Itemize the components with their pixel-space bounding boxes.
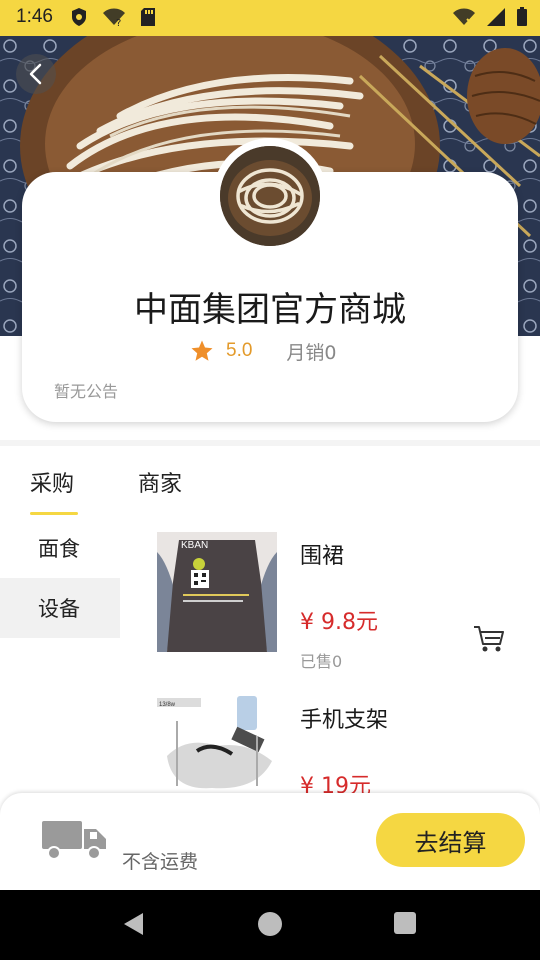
store-avatar [220, 146, 320, 246]
svg-text:KBAN: KBAN [181, 540, 208, 551]
shipping-note: 不含运费 [122, 851, 199, 873]
truck-icon [42, 821, 106, 860]
bottom-checkout-bar: 不含运费 去结算 [0, 793, 540, 890]
product-sold-apron: 已售0 [300, 652, 343, 671]
tab-procurement[interactable]: 采购 [30, 466, 74, 498]
status-left-icons: ? [70, 7, 156, 27]
store-name: 中面集团官方商城 [134, 290, 406, 330]
add-to-cart-button[interactable] [472, 624, 506, 654]
monthly-sales: 月销0 [286, 341, 337, 364]
category-item-equipment[interactable]: 设备 [0, 578, 120, 638]
category-sidebar: 面食 设备 [0, 518, 120, 798]
system-nav-bar [0, 890, 540, 960]
store-announcement: 暂无公告 [54, 382, 119, 401]
tab-merchant[interactable]: 商家 [138, 466, 182, 498]
checkout-button[interactable]: 去结算 [376, 813, 525, 867]
nav-back-icon[interactable] [122, 912, 144, 936]
status-bar: 1:46 ? [0, 0, 540, 36]
nav-home-icon[interactable] [258, 912, 282, 936]
product-name-apron[interactable]: 围裙 [300, 538, 344, 570]
status-time: 1:46 [16, 6, 53, 27]
chevron-left-icon [29, 63, 42, 85]
product-price-apron: ¥ 9.8元 [300, 610, 378, 635]
star-icon [191, 340, 213, 361]
wifi-unknown-icon: ? [102, 7, 126, 27]
back-button[interactable] [16, 54, 56, 94]
section-divider [0, 440, 540, 446]
cart-icon [474, 626, 504, 652]
store-screen: 1:46 ? 中面集团官方商城 5.0 月销0 暂无公告 采购 商家 面食 设备… [0, 0, 540, 960]
svg-text:?: ? [116, 18, 121, 27]
rating-value: 5.0 [226, 340, 253, 361]
battery-icon [516, 7, 528, 27]
shield-icon [70, 7, 88, 27]
product-name-phone-stand[interactable]: 手机支架 [300, 702, 388, 734]
category-item-noodles[interactable]: 面食 [0, 518, 120, 578]
product-image-phone-stand[interactable]: 13/8w [157, 696, 277, 793]
active-tab-indicator [30, 512, 78, 515]
wifi-off-icon [452, 7, 476, 27]
status-right-icons [452, 7, 528, 27]
product-image-apron[interactable]: KBAN [157, 532, 277, 652]
sd-card-icon [140, 7, 156, 27]
svg-text:13/8w: 13/8w [159, 702, 176, 708]
nav-recents-icon[interactable] [394, 912, 416, 934]
signal-icon [486, 7, 506, 27]
rating-row: 5.0 月销0 [190, 338, 337, 364]
